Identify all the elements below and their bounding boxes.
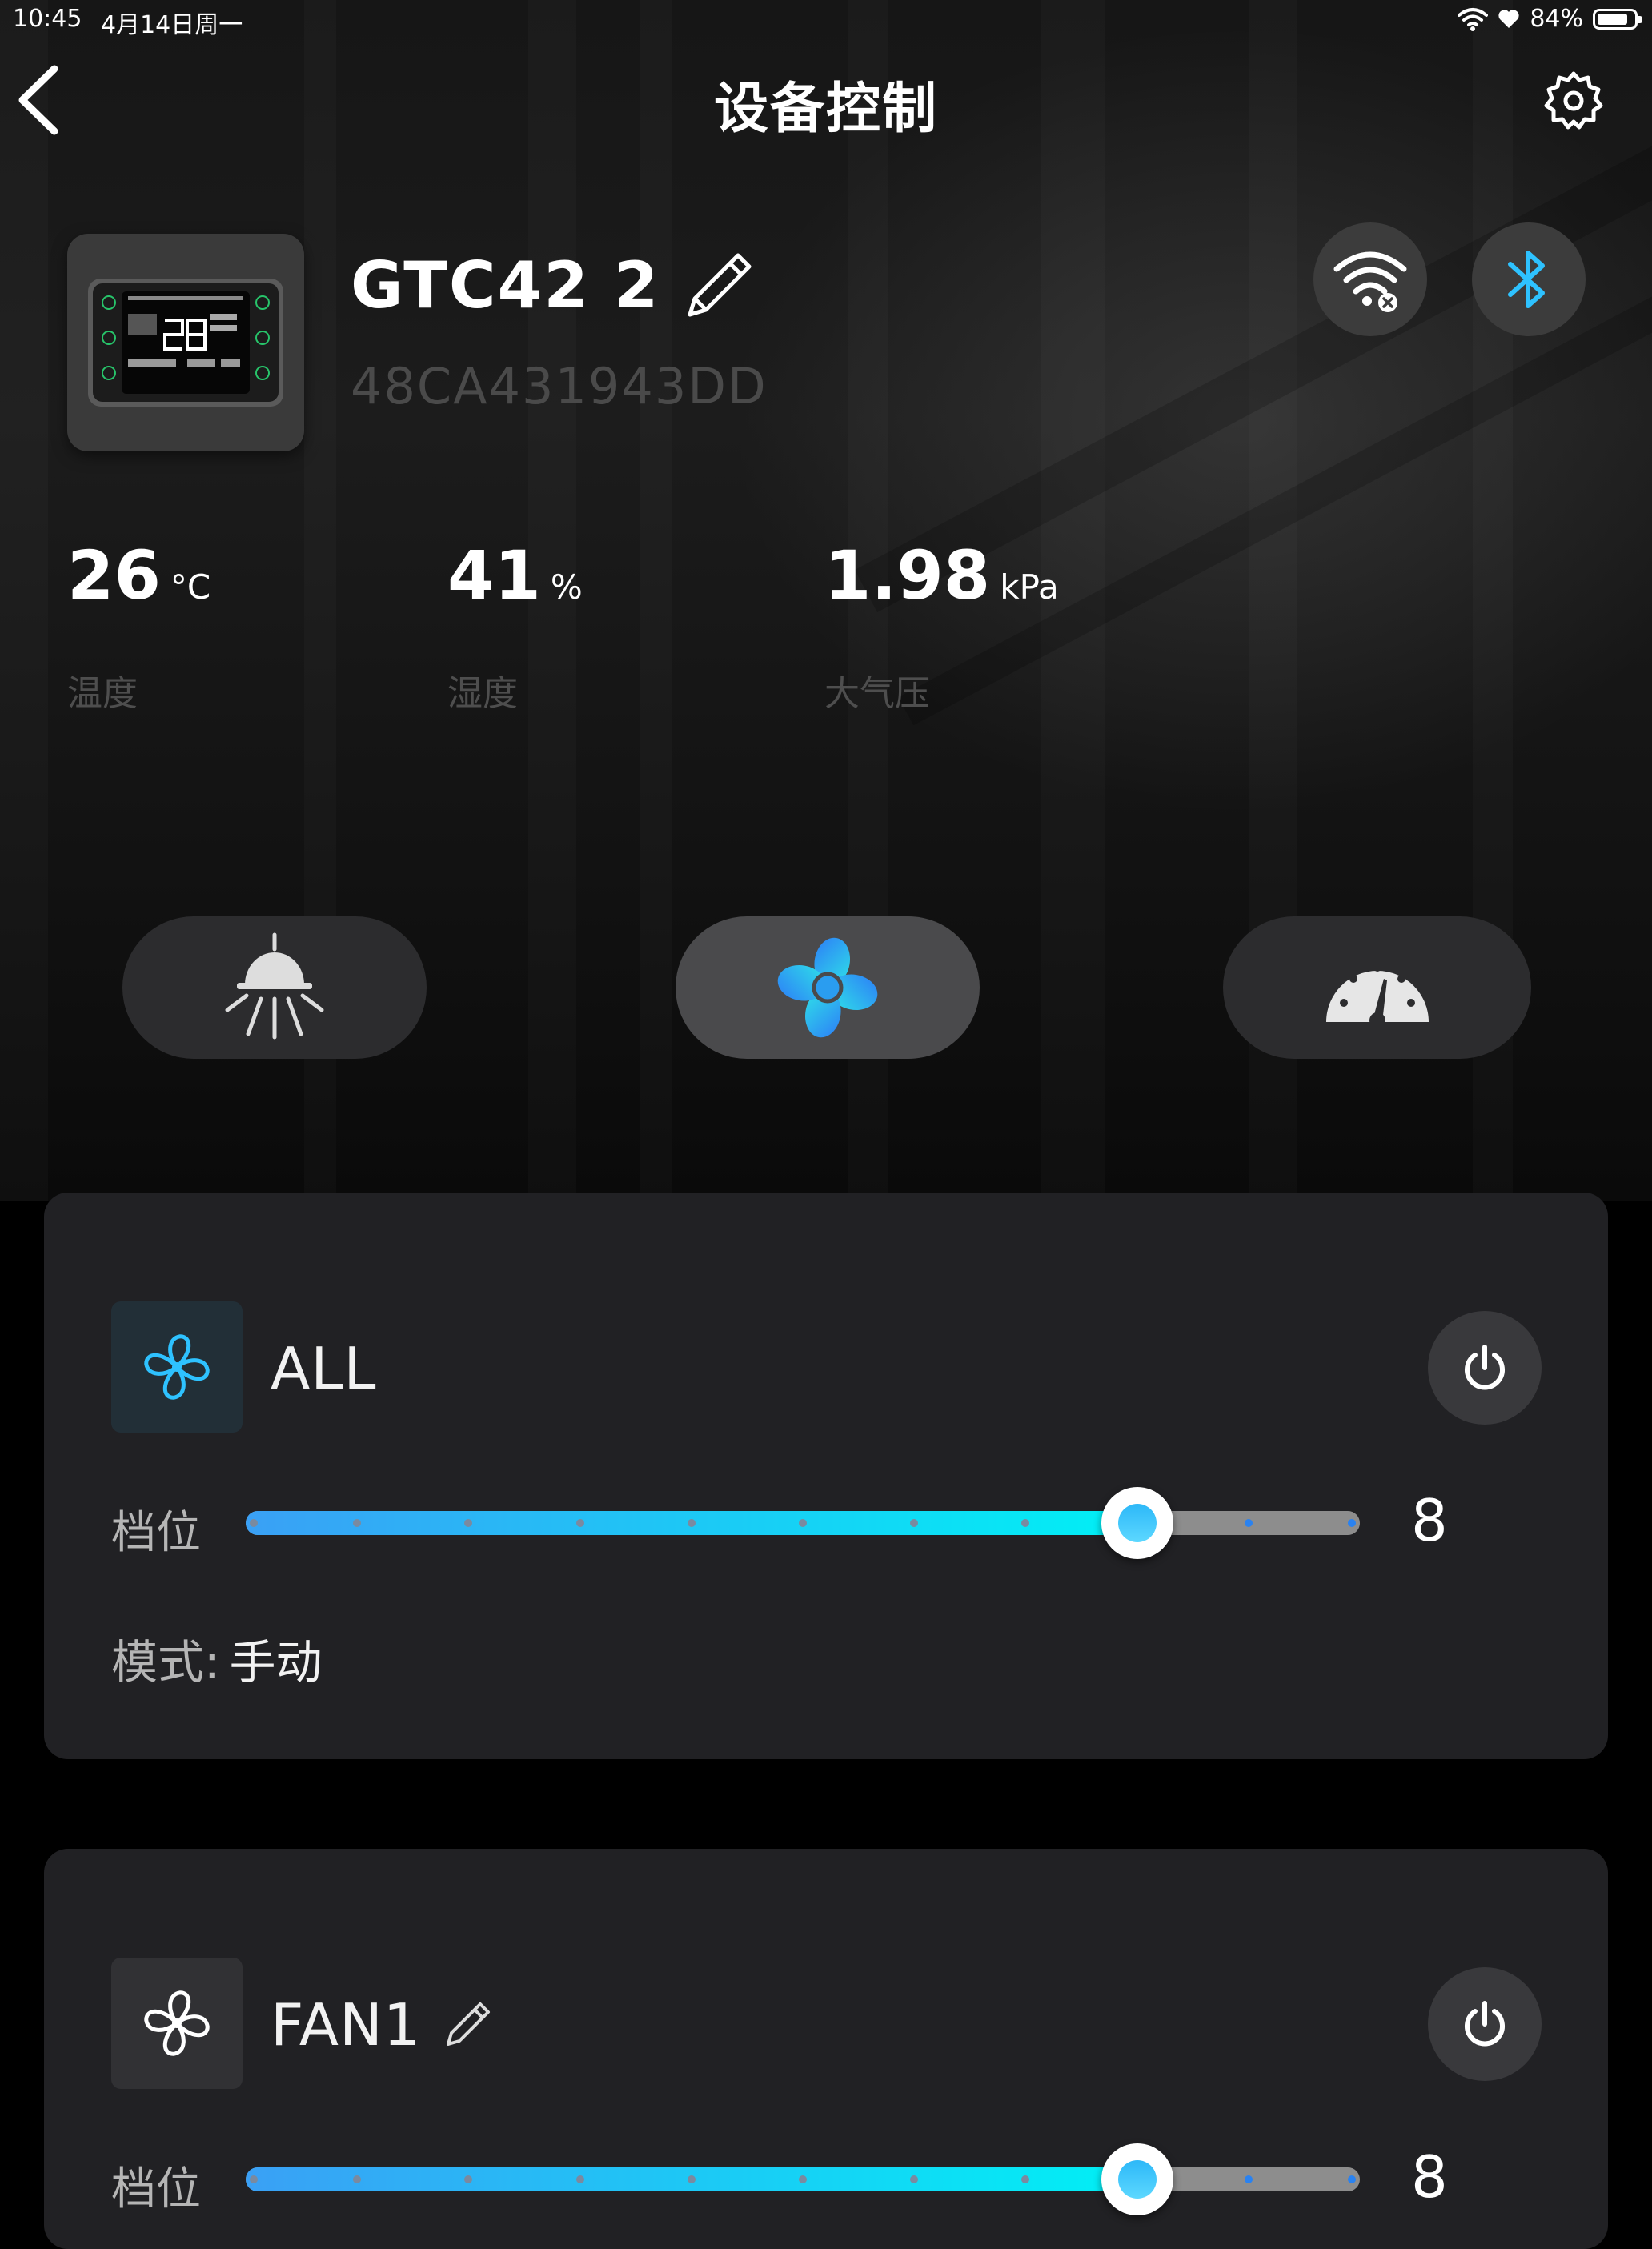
power-icon [1465,1345,1505,1390]
fan-card-fan1: FAN1 档位 8 [44,1849,1608,2249]
bluetooth-icon [1508,251,1545,308]
device-name-row: GTC42 2 [351,248,756,323]
gear-label: 档位 [111,1507,201,1559]
slider-step-dot [1244,1519,1253,1527]
gear-value: 8 [1411,1487,1448,1554]
status-indicators: 84% [1458,5,1642,33]
slider-step-dot [799,2175,807,2183]
device-thumbnail [67,234,304,451]
sensor-pressure: 1.98 kPa 大气压 [824,536,1059,714]
wifi-icon [1458,7,1489,31]
background-stripe [640,0,672,1201]
slider-step-dot [1244,2175,1253,2183]
gear-slider[interactable] [246,2143,1360,2215]
slider-step-dot [799,1519,807,1527]
settings-button[interactable] [1543,70,1604,131]
slider-thumb[interactable] [1101,1487,1173,1559]
mode-value: 手动 [229,1635,323,1690]
sensor-value: 1.98 [824,536,991,615]
heart-icon [1498,9,1519,28]
thermostat-image [88,279,283,407]
status-time: 10:45 [13,5,82,33]
slider-thumb-core [1117,1504,1157,1542]
page-title: 设备控制 [713,78,938,141]
fan-card-title: ALL [271,1335,377,1402]
sensor-unit: kPa [1000,567,1059,607]
gauge-icon [1325,964,1429,1028]
status-date: 4月14日周一 [101,11,243,39]
fan-outline-icon [144,1990,210,2056]
tab-gauge[interactable] [1223,916,1531,1059]
light-icon [225,932,324,1040]
power-icon [1465,2001,1505,2047]
status-bar: 10:45 4月14日周一 84% [0,0,1652,42]
battery-percent: 84% [1530,5,1583,33]
edit-name-icon[interactable] [682,249,756,323]
tab-light[interactable] [122,916,427,1059]
slider-step-dot [687,1519,696,1527]
slider-step-dot [575,2175,584,2183]
sensor-humidity: 41% 湿度 [447,536,583,714]
wifi-disconnected-icon [1333,251,1407,312]
fan-card-title-row: FAN1 [271,1991,493,2059]
sensor-label: 温度 [67,673,138,714]
power-button[interactable] [1428,1967,1542,2081]
gear-icon [1544,71,1603,130]
fan-outline-icon [144,1334,210,1400]
gear-label: 档位 [111,2163,201,2215]
battery-icon [1593,8,1642,30]
slider-step-dot [1348,1519,1356,1527]
gear-slider[interactable] [246,1487,1360,1559]
power-button[interactable] [1428,1311,1542,1425]
bluetooth-status-button[interactable] [1472,222,1586,336]
slider-step-dot [1348,2175,1356,2183]
slider-thumb-core [1117,2160,1157,2199]
fan-card-title-row: ALL [271,1335,376,1402]
wifi-status-button[interactable] [1313,222,1427,336]
nav-bar: 设备控制 [0,56,1652,144]
sensor-unit: °C [170,567,211,607]
sensor-value: 41 [447,536,541,615]
device-name: GTC42 2 [351,248,660,323]
fan-card-all: ALL 档位 8 模式: 手动 [44,1193,1608,1759]
slider-step-dot [687,2175,696,2183]
battery-nub [1638,15,1642,23]
sensor-value: 26 [67,536,161,615]
slider-step-dot [250,1519,258,1527]
mode-row: 模式: 手动 [111,1625,323,1692]
fan-icon [777,937,878,1038]
edit-fan-name-icon[interactable] [442,1999,493,2051]
gear-value: 8 [1411,2143,1448,2211]
mode-label: 模式: [111,1635,220,1690]
slider-thumb[interactable] [1101,2143,1173,2215]
slider-step-dot [250,2175,258,2183]
battery-fill [1598,13,1627,25]
device-mac: 48CA431943DD [351,357,768,415]
slider-step-dot [575,1519,584,1527]
fan-card-title: FAN1 [271,1991,421,2059]
sensor-label: 湿度 [447,673,518,714]
tab-fan[interactable] [676,916,980,1059]
background-stripe [0,0,48,1201]
sensor-temperature: 26 °C 温度 [67,536,211,714]
fan-card-icon [111,1301,243,1433]
sensor-unit: % [550,567,583,607]
fan-card-icon [111,1958,243,2089]
sensor-label: 大气压 [824,673,930,714]
